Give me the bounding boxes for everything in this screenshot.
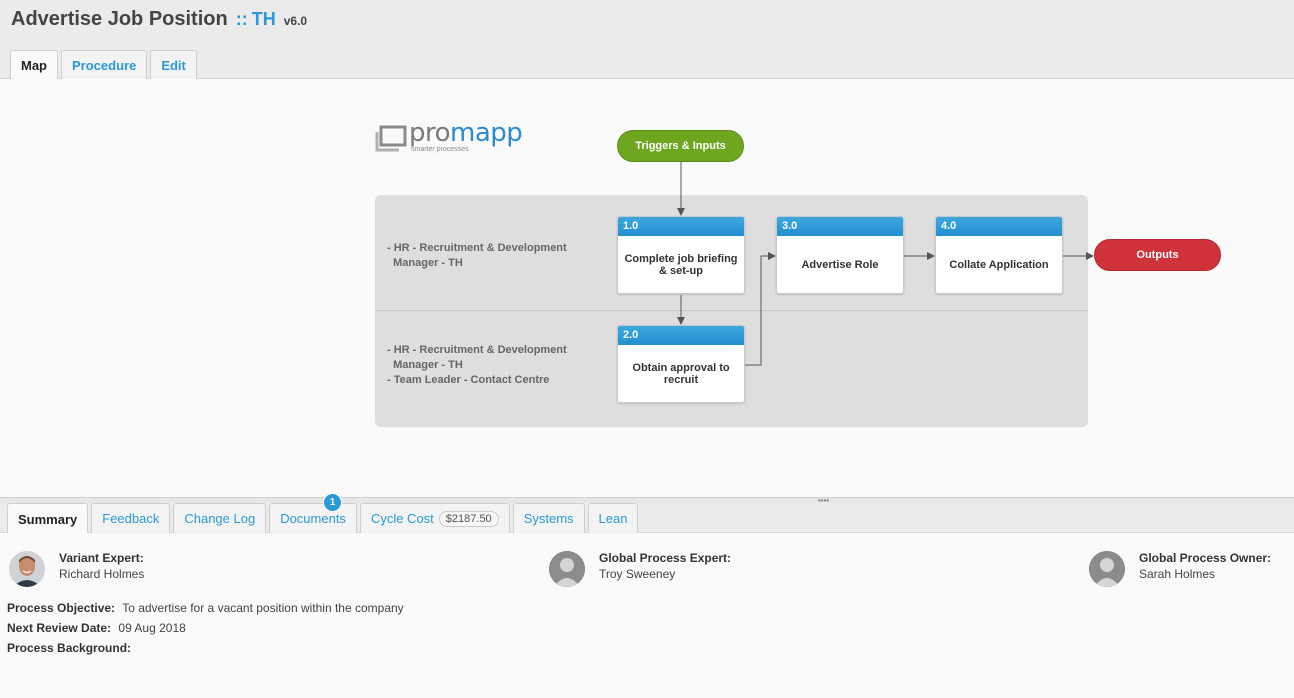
lane-2-roles: - HR - Recruitment & Development Manager… <box>387 343 567 388</box>
tab-edit[interactable]: Edit <box>150 50 197 79</box>
variant-label: TH <box>251 9 276 29</box>
tab-change-log[interactable]: Change Log <box>173 503 267 533</box>
default-user-icon <box>1089 551 1125 587</box>
title-separator: :: <box>235 9 248 29</box>
process-objective: Process Objective: To advertise for a va… <box>7 601 404 615</box>
page-header: Advertise Job Position:: TH v6.0 Map Proce… <box>0 0 1294 80</box>
triggers-inputs-button[interactable]: Triggers & Inputs <box>617 130 744 162</box>
tab-procedure[interactable]: Procedure <box>61 50 148 79</box>
background-label: Process Background: <box>7 641 132 655</box>
tab-summary[interactable]: Summary <box>7 503 89 534</box>
process-background: Process Background: <box>7 641 135 655</box>
process-step-2[interactable]: 2.0 Obtain approval to recruit <box>617 325 745 403</box>
step-label: Advertise Role <box>801 258 879 271</box>
swimlane-divider <box>375 310 1088 311</box>
logo-wordmark: promapp <box>409 118 523 148</box>
lane-role: - Team Leader - Contact Centre <box>387 374 550 386</box>
tab-cycle-cost[interactable]: Cycle Cost $2187.50 <box>359 503 510 533</box>
step-label: Complete job briefing & set-up <box>624 252 738 277</box>
step-number: 3.0 <box>777 217 903 236</box>
photo-avatar <box>9 551 45 587</box>
person-role: Global Process Owner: <box>1139 551 1272 565</box>
objective-value: To advertise for a vacant position withi… <box>122 601 404 615</box>
step-number: 2.0 <box>618 326 744 345</box>
step-number: 4.0 <box>936 217 1062 236</box>
person-role: Global Process Expert: <box>599 551 732 565</box>
person-name[interactable]: Richard Holmes <box>59 567 144 581</box>
tab-cycle-cost-label: Cycle Cost <box>370 511 434 526</box>
documents-count-badge: 1 <box>323 493 342 512</box>
tab-lean[interactable]: Lean <box>587 503 639 533</box>
step-label: Obtain approval to recruit <box>632 361 730 386</box>
process-step-3[interactable]: 3.0 Advertise Role <box>776 216 904 294</box>
lane-role: - HR - Recruitment & Development <box>387 344 567 356</box>
tab-map[interactable]: Map <box>10 50 58 80</box>
next-review-date: Next Review Date: 09 Aug 2018 <box>7 621 186 635</box>
bottom-tab-bar: Summary Feedback Change Log Documents Cy… <box>0 503 1294 534</box>
review-label: Next Review Date: <box>7 621 112 635</box>
default-user-icon <box>549 551 585 587</box>
title-row: Advertise Job Position:: TH v6.0 <box>11 8 307 31</box>
lane-role: - HR - Recruitment & Development <box>387 242 567 254</box>
process-step-4[interactable]: 4.0 Collate Application <box>935 216 1063 294</box>
person-name[interactable]: Sarah Holmes <box>1139 567 1215 581</box>
promapp-logo-icon <box>375 125 407 152</box>
lane-1-roles: - HR - Recruitment & Development Manager… <box>387 241 567 271</box>
review-value: 09 Aug 2018 <box>118 621 186 635</box>
tab-feedback[interactable]: Feedback <box>91 503 171 533</box>
person-role: Variant Expert: <box>59 551 144 565</box>
objective-label: Process Objective: <box>7 601 116 615</box>
process-step-1[interactable]: 1.0 Complete job briefing & set-up <box>617 216 745 294</box>
outputs-button[interactable]: Outputs <box>1094 239 1221 271</box>
promapp-logo: promapp smarter processes <box>375 118 535 158</box>
step-number: 1.0 <box>618 217 744 236</box>
top-tabs: Map Procedure Edit <box>10 50 200 80</box>
version-label: v6.0 <box>283 14 308 28</box>
tab-systems[interactable]: Systems <box>512 503 585 533</box>
person-name[interactable]: Troy Sweeney <box>599 567 675 581</box>
logo-tagline: smarter processes <box>411 146 469 153</box>
step-label: Collate Application <box>949 258 1049 271</box>
tab-documents[interactable]: Documents <box>269 503 357 533</box>
lane-role: Manager - TH <box>387 359 463 371</box>
page-title: Advertise Job Position <box>11 8 228 30</box>
cycle-cost-badge: $2187.50 <box>438 510 499 527</box>
lane-role: Manager - TH <box>387 257 463 269</box>
